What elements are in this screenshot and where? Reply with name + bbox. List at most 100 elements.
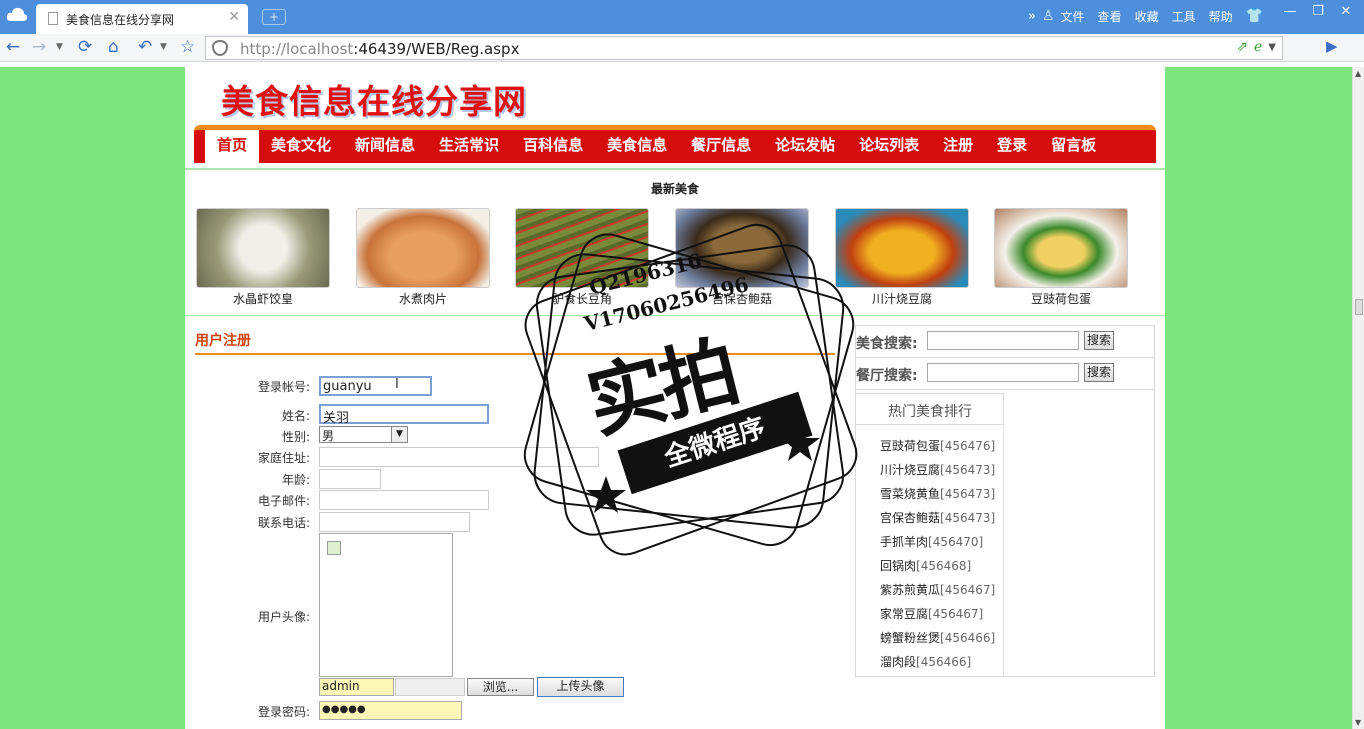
food-name[interactable]: 川汁烧豆腐 (835, 290, 969, 307)
food-search-row: 美食搜索: 搜索 (856, 326, 1154, 358)
food-image[interactable] (835, 208, 969, 288)
food-card[interactable]: 川汁烧豆腐 (835, 208, 969, 307)
dropdown-arrow-icon[interactable]: ▼ (391, 427, 407, 442)
food-card[interactable]: 驴食长豆角 (515, 208, 649, 307)
upload-avatar-button[interactable]: 上传头像 (537, 677, 624, 697)
email-input[interactable] (319, 490, 489, 510)
age-label: 年龄: (281, 473, 310, 487)
hot-food-item[interactable]: 回锅肉[456468] (880, 554, 995, 578)
hot-food-list: 豆豉荷包蛋[456476] 川汁烧豆腐[456473] 雪菜烧黄鱼[456473… (880, 434, 995, 674)
food-image[interactable] (196, 208, 330, 288)
share-icon[interactable]: ⇗ (1236, 39, 1248, 55)
close-tab-icon[interactable]: ✕ (228, 9, 240, 25)
nav-guestbook[interactable]: 留言板 (1039, 130, 1108, 163)
food-card[interactable]: 水晶虾饺皇 (196, 208, 330, 307)
home-icon[interactable]: ⌂ (108, 37, 119, 57)
site-logo: 美食信息在线分享网 (221, 82, 527, 121)
avatar-preview (319, 533, 453, 677)
food-name[interactable]: 水煮肉片 (356, 290, 490, 307)
name-label: 姓名: (281, 409, 310, 423)
back-icon[interactable]: ← (6, 37, 20, 57)
menu-view[interactable]: 查看 (1098, 8, 1122, 25)
nav-encyclopedia[interactable]: 百科信息 (511, 130, 595, 163)
food-image[interactable] (994, 208, 1128, 288)
food-card[interactable]: 水煮肉片 (356, 208, 490, 307)
food-search-input[interactable] (927, 331, 1079, 350)
hot-food-item[interactable]: 手抓羊肉[456470] (880, 530, 995, 554)
url-text[interactable]: http://localhost:46439/WEB/Reg.aspx (240, 40, 519, 58)
undo-icon[interactable]: ↶ (138, 37, 152, 57)
browser-tab[interactable]: 美食信息在线分享网 ✕ (36, 4, 248, 34)
food-image[interactable] (356, 208, 490, 288)
scroll-thumb[interactable] (1355, 299, 1363, 315)
address-bar[interactable]: http://localhost:46439/WEB/Reg.aspx ⇗ ℯ … (205, 36, 1283, 60)
undo-dropdown-icon[interactable]: ▼ (160, 42, 167, 52)
browse-button[interactable]: 浏览... (467, 678, 534, 696)
ie-icon[interactable]: ℯ (1254, 39, 1262, 55)
gender-label: 性别: (281, 430, 310, 444)
star-icon[interactable]: ☆ (180, 37, 195, 57)
more-chevron-icon[interactable]: » (1028, 9, 1036, 24)
file-path-input[interactable] (395, 678, 465, 696)
hot-food-item[interactable]: 溜肉段[456466] (880, 650, 995, 674)
upload-name-input[interactable]: admin (319, 678, 394, 696)
restaurant-search-button[interactable]: 搜索 (1084, 363, 1114, 382)
latest-food-title: 最新美食 (650, 182, 699, 196)
email-label: 电子邮件: (257, 494, 310, 508)
nav-life-tips[interactable]: 生活常识 (427, 130, 511, 163)
menu-tools[interactable]: 工具 (1172, 8, 1196, 25)
hot-food-title[interactable]: 热门美食排行 (856, 393, 1004, 425)
nav-register[interactable]: 注册 (931, 130, 985, 163)
nav-food-culture[interactable]: 美食文化 (259, 130, 343, 163)
divider (185, 168, 1165, 170)
close-window-button[interactable]: ✕ (1332, 4, 1360, 19)
hot-food-item[interactable]: 家常豆腐[456467] (880, 602, 995, 626)
menu-help[interactable]: 帮助 (1209, 8, 1233, 25)
vertical-scrollbar[interactable]: ▲ ▼ (1352, 67, 1364, 729)
phone-label: 联系电话: (257, 516, 310, 530)
age-input[interactable] (319, 469, 381, 489)
menu-favorites[interactable]: 收藏 (1135, 8, 1159, 25)
restaurant-search-row: 餐厅搜索: 搜索 (856, 358, 1154, 390)
skin-icon[interactable]: 👕 (1246, 8, 1263, 24)
address-input[interactable] (319, 447, 599, 467)
hot-food-item[interactable]: 豆豉荷包蛋[456476] (880, 434, 995, 458)
nav-home[interactable]: 首页 (205, 130, 260, 163)
account-input[interactable]: guanyu (319, 376, 432, 396)
menu-file[interactable]: 文件 (1061, 8, 1085, 25)
forward-icon[interactable]: → (32, 37, 46, 57)
phone-input[interactable] (319, 512, 470, 532)
restaurant-search-input[interactable] (927, 363, 1079, 382)
nav-forum-post[interactable]: 论坛发帖 (763, 130, 847, 163)
history-dropdown-icon[interactable]: ▼ (56, 42, 63, 52)
hot-food-item[interactable]: 雪菜烧黄鱼[456473] (880, 482, 995, 506)
hot-food-item[interactable]: 螃蟹粉丝煲[456466] (880, 626, 995, 650)
user-icon[interactable]: ♙ (1042, 8, 1055, 24)
main-nav: 首页 美食文化 新闻信息 生活常识 百科信息 美食信息 餐厅信息 论坛发帖 论坛… (194, 125, 1156, 163)
refresh-icon[interactable]: ⟳ (78, 37, 92, 57)
scroll-up-icon[interactable]: ▲ (1355, 69, 1361, 78)
go-arrow-icon[interactable]: ▶ (1326, 37, 1338, 55)
food-name[interactable]: 水晶虾饺皇 (196, 290, 330, 307)
food-card[interactable]: 豆豉荷包蛋 (994, 208, 1128, 307)
password-input[interactable]: ●●●●● (319, 701, 462, 720)
name-input[interactable]: 关羽 (319, 404, 489, 426)
url-dropdown-icon[interactable]: ▼ (1268, 39, 1276, 55)
food-name[interactable]: 豆豉荷包蛋 (994, 290, 1128, 307)
hot-food-item[interactable]: 紫苏煎黄瓜[456467] (880, 578, 995, 602)
gender-select[interactable]: 男 ▼ (319, 426, 408, 443)
hot-food-item[interactable]: 川汁烧豆腐[456473] (880, 458, 995, 482)
new-tab-button[interactable]: + (262, 9, 286, 25)
food-search-button[interactable]: 搜索 (1084, 331, 1114, 350)
food-search-label: 美食搜索: (856, 336, 918, 352)
minimize-button[interactable]: — (1276, 4, 1304, 19)
nav-food-info[interactable]: 美食信息 (595, 130, 679, 163)
nav-news[interactable]: 新闻信息 (343, 130, 427, 163)
restore-button[interactable]: ❐ (1304, 4, 1332, 19)
nav-forum-list[interactable]: 论坛列表 (847, 130, 931, 163)
hot-food-panel: 热门美食排行 豆豉荷包蛋[456476] 川汁烧豆腐[456473] 雪菜烧黄鱼… (856, 393, 1004, 677)
scroll-down-icon[interactable]: ▼ (1355, 718, 1361, 727)
nav-restaurant-info[interactable]: 餐厅信息 (679, 130, 763, 163)
nav-login[interactable]: 登录 (985, 130, 1039, 163)
hot-food-item[interactable]: 宫保杏鲍菇[456473] (880, 506, 995, 530)
